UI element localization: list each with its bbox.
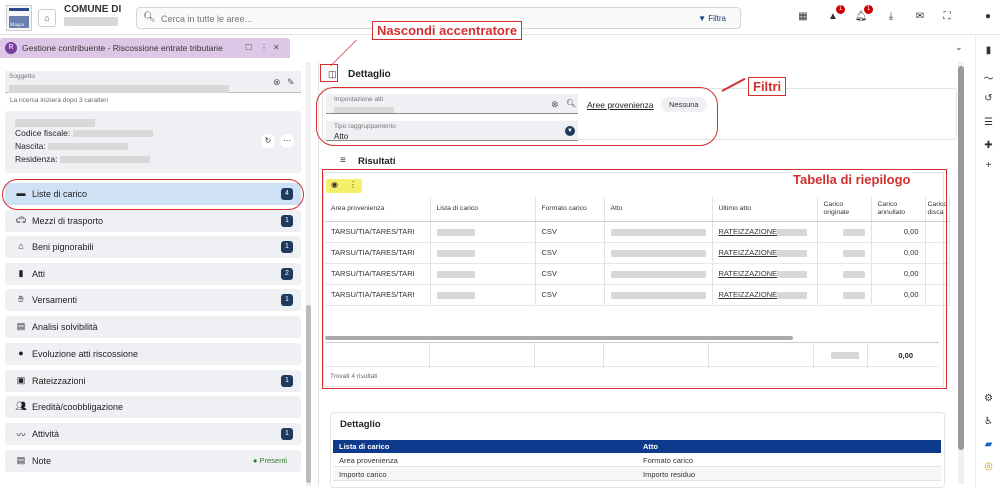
list-icon: ≡	[340, 155, 346, 166]
detail-row: Importo carico Importo residuo	[333, 468, 941, 481]
count-badge: 2	[281, 268, 293, 280]
apps-grid-icon[interactable]: ▦	[795, 9, 811, 25]
tab-menu-icon[interactable]: ⋮	[260, 43, 268, 52]
search-hint: La ricerca inizierà dopo 3 caratteri	[10, 97, 108, 104]
sidebar-item-mezzi-di-trasporto[interactable]: 🚗︎ Mezzi di trasporto 1	[5, 210, 301, 232]
sidebar-item-versamenti[interactable]: ✋︎ Versamenti 1	[5, 289, 301, 311]
tab-app-icon: R	[5, 42, 17, 54]
count-badge: 1	[281, 428, 293, 440]
installments-icon: ▣	[16, 375, 26, 385]
comune-title: COMUNE DI	[64, 4, 121, 26]
annotation-box-liste	[2, 179, 304, 210]
count-badge: 1	[281, 241, 293, 253]
gear-icon[interactable]: ⚙	[976, 393, 1000, 404]
filter-button[interactable]: ▼ Filtra	[690, 11, 734, 26]
sidebar-item-rateizzazioni[interactable]: ▣ Rateizzazioni 1	[5, 370, 301, 392]
count-badge: 1	[281, 215, 293, 227]
chat-icon[interactable]: ▰	[976, 439, 1000, 450]
checklist-icon[interactable]: ☰	[976, 117, 1000, 128]
close-icon[interactable]: ✕	[273, 43, 280, 52]
sidebar-item-evoluzione-atti[interactable]: ● Evoluzione atti riscossione	[5, 343, 301, 365]
tab-gestione-contribuente[interactable]: R Gestione contribuente - Riscossione en…	[0, 38, 290, 58]
codice-fiscale-label: Codice fiscale:	[15, 128, 71, 138]
hand-coin-icon: ✋︎	[18, 294, 24, 304]
detail-header-row: Lista di carico Atto	[333, 440, 941, 453]
annotation-box-nascondi	[320, 64, 338, 82]
add-icon[interactable]: +	[976, 160, 1000, 171]
results-title: Risultati	[358, 156, 396, 167]
page-title: Dettaglio	[348, 69, 391, 80]
activity-icon: 〰	[16, 430, 26, 440]
annotation-label-filtri: Filtri	[748, 77, 787, 96]
accessibility-icon[interactable]: ♿︎	[976, 416, 1000, 427]
warning-icon[interactable]: ▲ 1	[825, 5, 845, 25]
evolution-icon: ●	[18, 348, 24, 358]
count-badge: 1	[281, 375, 293, 387]
help-icon[interactable]: ◎	[976, 461, 1000, 472]
trend-icon[interactable]: 〜	[976, 70, 1000, 85]
document-icon: ▮	[18, 268, 24, 278]
right-rail: ▮ 〜 ↺ ☰ ✚ + ⚙ ♿︎ ▰ ◎	[975, 35, 1000, 488]
mail-icon[interactable]: ✉	[912, 9, 928, 25]
people-icon: 👥︎	[15, 401, 27, 411]
car-icon: 🚗︎	[15, 215, 27, 225]
sidebar-item-analisi-solvibilita[interactable]: ▤ Analisi solvibilità	[5, 316, 301, 338]
bell-icon[interactable]: 🔔︎ 1	[853, 5, 873, 25]
residenza-label: Residenza:	[15, 154, 58, 164]
house-icon: ⌂	[18, 241, 24, 251]
plugin-icon[interactable]: ✚	[976, 140, 1000, 151]
search-icon: 🔍︎	[143, 12, 156, 23]
main-scrollbar-thumb[interactable]	[958, 66, 964, 450]
detail-card-title: Dettaglio	[340, 419, 381, 430]
clear-icon[interactable]: ⊗	[273, 77, 281, 88]
status-badge: ● Presenti	[252, 456, 287, 465]
subject-summary-card: Codice fiscale: Nascita: Residenza: ↻ ⋯	[5, 111, 301, 173]
history-icon[interactable]: ↺	[976, 93, 1000, 104]
municipality-logo: Mappa	[6, 5, 32, 31]
pin-icon[interactable]: ☐	[245, 43, 252, 52]
home-icon[interactable]: ⌂	[38, 9, 56, 27]
annotation-label-nascondi: Nascondi accentratore	[372, 21, 523, 40]
detail-row: Area provenienza Formato carico	[333, 454, 941, 467]
fullscreen-icon[interactable]: ⛶	[939, 9, 955, 25]
bell-badge: 1	[864, 5, 873, 14]
sidebar-item-eredita-coobbligazione[interactable]: 👥︎ Eredità/coobbligazione	[5, 396, 301, 418]
soggetto-field[interactable]: Soggetto ⊗ ✎	[5, 71, 301, 93]
nascita-label: Nascita:	[15, 141, 46, 151]
tab-label: Gestione contribuente - Riscossione entr…	[22, 43, 223, 53]
chevron-down-icon[interactable]: ⌄	[955, 42, 963, 53]
sidebar-item-attivita[interactable]: 〰 Attività 1	[5, 423, 301, 445]
annotation-box-tabella	[322, 169, 947, 389]
more-options-icon[interactable]: ⋯	[280, 134, 294, 148]
user-account-icon[interactable]: ●	[980, 9, 996, 25]
sidebar-item-beni-pignorabili[interactable]: ⌂ Beni pignorabili 1	[5, 236, 301, 258]
count-badge: 1	[281, 294, 293, 306]
book-icon[interactable]: ▮	[976, 45, 1000, 56]
soggetto-label: Soggetto	[9, 73, 36, 80]
chart-icon: ▤	[16, 321, 26, 331]
edit-icon[interactable]: ✎	[287, 77, 295, 88]
download-icon[interactable]: ⤓	[883, 9, 899, 25]
left-panel: Soggetto ⊗ ✎ La ricerca inizierà dopo 3 …	[0, 58, 315, 488]
left-scrollbar-thumb[interactable]	[306, 305, 311, 483]
refresh-icon[interactable]: ↻	[261, 134, 275, 148]
annotation-label-tabella: Tabella di riepilogo	[791, 172, 913, 187]
annotation-box-filtri	[316, 87, 718, 146]
note-icon: ▤	[16, 455, 26, 465]
sidebar-item-atti[interactable]: ▮ Atti 2	[5, 263, 301, 285]
warning-badge: 1	[836, 5, 845, 14]
sidebar-item-note[interactable]: ▤ Note ● Presenti	[5, 450, 301, 472]
